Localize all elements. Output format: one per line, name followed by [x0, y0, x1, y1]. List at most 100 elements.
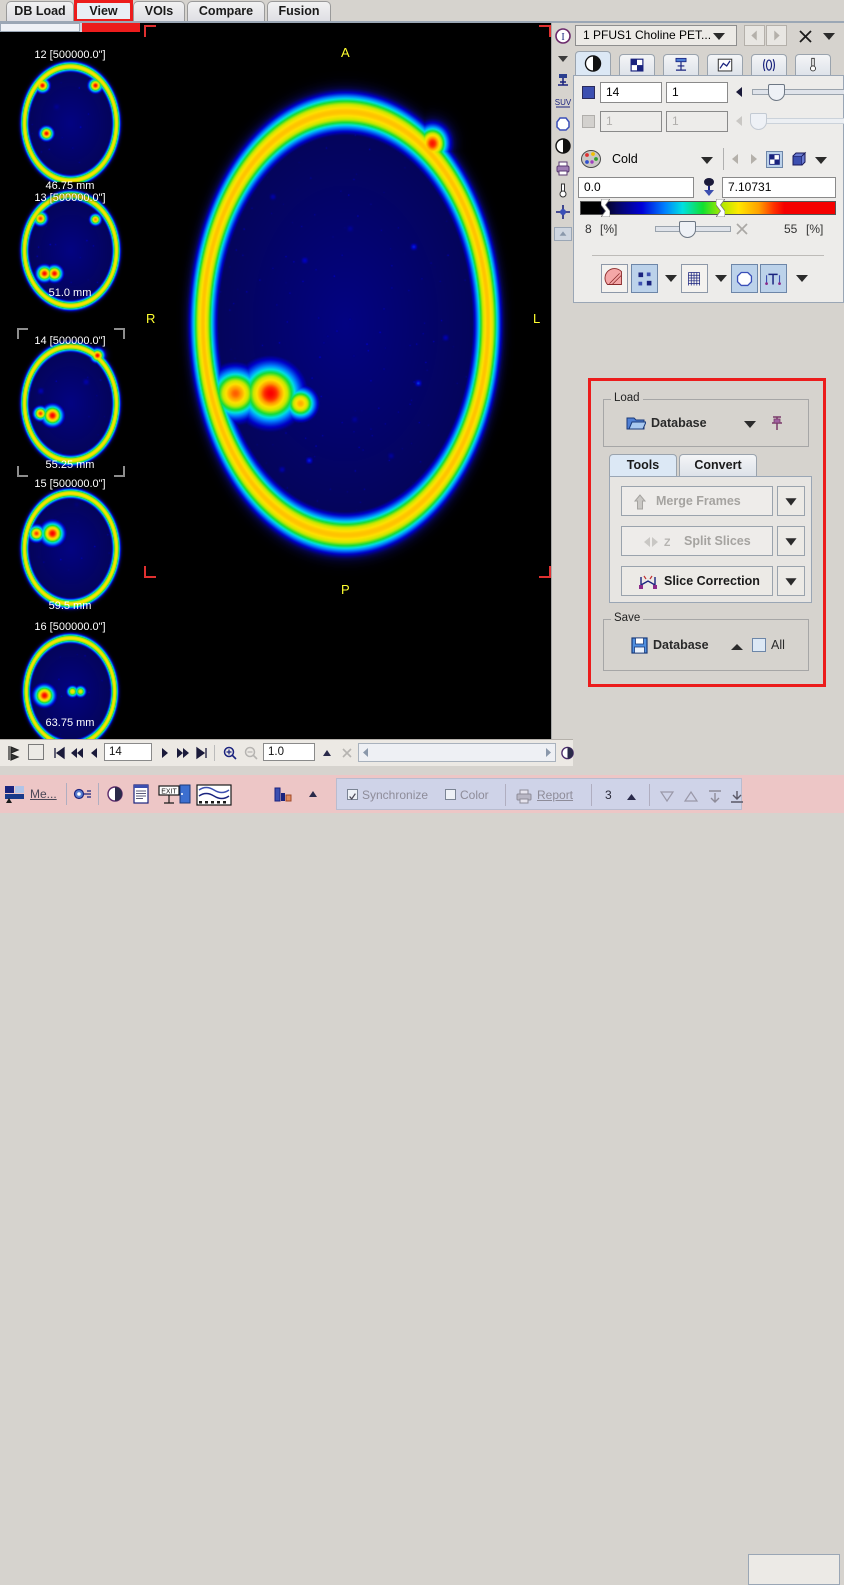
main-slice-view[interactable]: A R L P [140, 23, 551, 739]
contrast-icon[interactable] [560, 744, 575, 762]
load-database-label[interactable]: Database [651, 416, 707, 430]
film-strip-icon[interactable] [196, 784, 232, 806]
printer-icon[interactable] [554, 159, 572, 177]
chevron-down-icon[interactable] [743, 419, 757, 429]
tab-vois[interactable]: VOIs [133, 1, 185, 21]
stop-square-icon[interactable] [28, 744, 44, 760]
contrast-icon[interactable] [106, 785, 124, 803]
merge-frames-dropdown[interactable] [777, 486, 805, 516]
triangle-left-icon[interactable] [730, 153, 741, 165]
info-circle-icon[interactable]: I [554, 27, 572, 45]
thumbnail-scrollbar-thumb[interactable] [0, 23, 80, 32]
cube-icon[interactable] [790, 151, 807, 168]
series-prev-button[interactable] [744, 25, 765, 46]
pushpin-icon[interactable] [769, 414, 785, 432]
layout-count-value[interactable]: 3 [605, 788, 612, 802]
tab-kinetics[interactable] [751, 54, 787, 76]
tab-compare[interactable]: Compare [187, 1, 265, 21]
floppy-disk-icon[interactable] [631, 637, 648, 654]
slice-slider-track[interactable] [752, 89, 844, 95]
scroll-left-icon[interactable] [360, 746, 372, 759]
tab-layout[interactable] [619, 54, 655, 76]
prev-fast-icon[interactable] [70, 744, 84, 762]
spin-up-icon[interactable] [625, 792, 638, 802]
save-all-checkbox[interactable] [752, 638, 766, 652]
split-slices-dropdown[interactable] [777, 526, 805, 556]
slice-correction-dropdown[interactable] [777, 566, 805, 596]
image-display-area[interactable]: 12 [500000.0"] 46.75 mm 13 [500000.0"] 5… [0, 23, 551, 739]
suv-units-icon[interactable]: SUV [554, 93, 572, 111]
chevron-down-icon[interactable] [712, 31, 726, 41]
frame-index-input[interactable]: 1 [666, 82, 728, 103]
chevron-down-icon[interactable] [714, 273, 728, 283]
threshold-slider-knob[interactable] [679, 221, 696, 238]
convert-tab[interactable]: Convert [679, 454, 757, 476]
close-x-icon[interactable] [340, 744, 354, 762]
layout-thumb-icon[interactable] [4, 784, 26, 804]
colorbar-upper-handle[interactable] [716, 199, 725, 217]
report-page-icon[interactable] [132, 784, 150, 804]
series-next-button[interactable] [766, 25, 787, 46]
triangle-left-icon[interactable] [734, 86, 745, 98]
chevron-down-icon[interactable] [664, 273, 678, 283]
horizontal-scrollbar[interactable] [358, 743, 556, 762]
zoom-out-icon[interactable] [243, 744, 259, 762]
synchronize-checkbox[interactable] [347, 789, 358, 800]
colorbar-lower-handle[interactable] [601, 199, 610, 217]
next-fast-icon[interactable] [176, 744, 190, 762]
movie-play-icon[interactable] [6, 744, 22, 762]
down-triangle-icon[interactable] [659, 789, 675, 804]
color-checkbox[interactable] [445, 789, 456, 800]
crosshair-icon[interactable] [554, 203, 572, 221]
chevron-down-icon[interactable] [700, 155, 714, 165]
triangle-right-icon[interactable] [748, 153, 759, 165]
save-database-label[interactable]: Database [653, 638, 709, 652]
spin-up-icon[interactable] [320, 744, 334, 762]
menu-button[interactable]: Me... [30, 787, 57, 801]
tab-isocontour[interactable] [663, 54, 699, 76]
hatch-overlay-button[interactable] [601, 264, 628, 293]
printer-icon[interactable] [515, 788, 533, 804]
zoom-in-icon[interactable] [222, 744, 238, 762]
threshold-icon[interactable] [698, 176, 720, 198]
align-top-icon[interactable] [707, 789, 723, 804]
tab-probe[interactable] [795, 54, 831, 76]
last-frame-icon[interactable] [195, 744, 209, 762]
prev-icon[interactable] [88, 744, 100, 762]
tab-contrast[interactable] [575, 51, 611, 76]
open-folder-icon[interactable] [626, 414, 646, 432]
annotate-button[interactable] [760, 264, 787, 293]
thermometer-icon[interactable] [554, 181, 572, 199]
chevron-down-icon[interactable] [814, 155, 828, 165]
thumbnail-scrollbar[interactable] [0, 23, 142, 32]
split-slices-button[interactable]: Z Split Slices [621, 526, 773, 556]
view-tools-strip[interactable]: I SUV [551, 23, 574, 739]
strip-collapse-button[interactable] [554, 227, 572, 241]
close-x-icon[interactable] [735, 222, 749, 236]
anchor-tool-icon[interactable] [554, 71, 572, 89]
slice-slider-knob[interactable] [768, 84, 785, 101]
contour-button[interactable] [731, 264, 758, 293]
markers-button[interactable] [631, 264, 658, 293]
contrast-circle-icon[interactable] [554, 137, 572, 155]
slice-correction-button[interactable]: Slice Correction [621, 566, 773, 596]
slice-index-input[interactable]: 14 [600, 82, 662, 103]
exit-door-icon[interactable]: EXIT [158, 784, 192, 806]
tab-curve[interactable] [707, 54, 743, 76]
histogram-icon[interactable] [272, 784, 294, 805]
octagon-outline-icon[interactable] [554, 115, 572, 133]
tab-db-load[interactable]: DB Load [6, 1, 74, 21]
chevron-down-icon[interactable] [554, 49, 572, 67]
colortable-min-input[interactable]: 0.0 [578, 177, 694, 198]
next-icon[interactable] [159, 744, 171, 762]
slice-thumbnail-column[interactable]: 12 [500000.0"] 46.75 mm 13 [500000.0"] 5… [0, 23, 142, 739]
tab-fusion[interactable]: Fusion [267, 1, 331, 21]
first-frame-icon[interactable] [52, 744, 66, 762]
invert-colortable-button[interactable] [766, 151, 783, 168]
close-x-icon[interactable] [798, 29, 813, 44]
slice-color-swatch[interactable] [582, 86, 595, 99]
tab-view[interactable]: View [76, 0, 131, 22]
settings-gear-icon[interactable] [72, 785, 92, 803]
zoom-factor-input[interactable]: 1.0 [263, 743, 315, 761]
chevron-up-icon[interactable] [730, 643, 744, 652]
